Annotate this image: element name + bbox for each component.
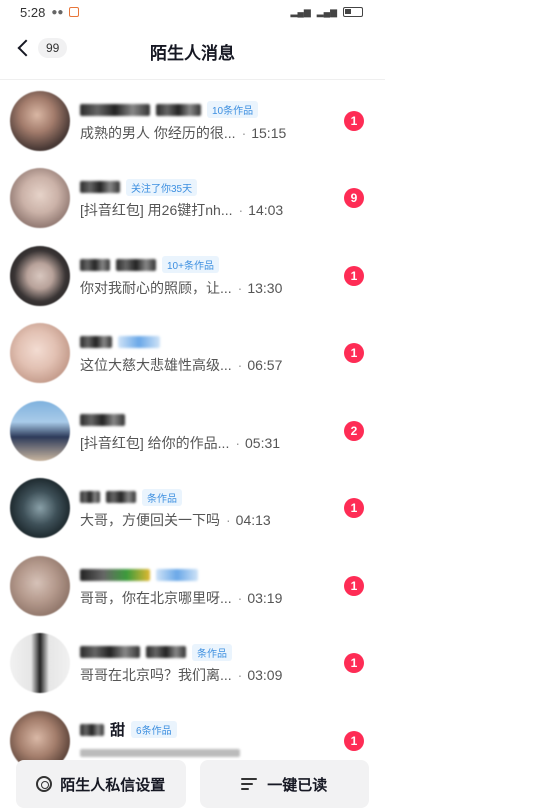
avatar xyxy=(10,168,70,229)
status-time: 5:28 xyxy=(20,4,46,20)
message-preview: 你对我耐心的照顾，让... xyxy=(80,279,232,296)
list-check-icon xyxy=(241,777,259,791)
unread-badge: 1 xyxy=(344,265,364,286)
battery-icon xyxy=(343,7,363,17)
avatar xyxy=(10,323,70,384)
blurred-username xyxy=(80,413,125,426)
phone-screen: 5:28 ●● ▂▄▆ ▂▄▆ 99 陌生人消息 10条作品 成熟的男人 你经历… xyxy=(0,0,385,812)
message-preview: 成熟的男人 你经历的很... xyxy=(80,124,236,141)
gear-icon xyxy=(36,776,53,792)
conversation-row[interactable]: 条作品 大哥，方便回关一下吗 · 04:13 1 xyxy=(0,470,385,548)
separator-dot: · xyxy=(237,667,243,684)
stranger-dm-settings-button[interactable]: 陌生人私信设置 xyxy=(16,760,186,808)
separator-dot: · xyxy=(237,279,243,296)
signal-icon-2: ▂▄▆ xyxy=(316,6,337,17)
conversation-row[interactable]: [抖音红包] 给你的作品... · 05:31 2 xyxy=(0,392,385,470)
works-tag: 条作品 xyxy=(142,488,182,506)
separator-dot: · xyxy=(235,434,241,451)
unread-badge: 1 xyxy=(344,575,364,596)
message-preview: 哥哥在北京吗？我们离... xyxy=(80,667,232,684)
blurred-username xyxy=(80,491,100,504)
chevron-left-icon xyxy=(17,39,35,57)
message-preview-cutoff xyxy=(80,748,240,757)
unread-badge: 1 xyxy=(344,110,364,131)
separator-dot: · xyxy=(237,357,243,374)
works-tag: 10条作品 xyxy=(207,101,259,119)
conversation-row[interactable]: 哥哥，你在北京哪里呀... · 03:19 1 xyxy=(0,547,385,625)
conversation-row[interactable]: 关注了你35天 [抖音红包] 用26键打nh... · 14:03 9 xyxy=(0,160,385,238)
nav-header: 99 陌生人消息 xyxy=(0,24,385,80)
message-time: 15:15 xyxy=(251,124,287,141)
notification-icon: ●● xyxy=(51,6,64,18)
blurred-username xyxy=(80,646,140,659)
username-partial: 甜 xyxy=(110,722,126,740)
app-icon xyxy=(69,7,80,17)
blurred-username xyxy=(80,723,104,736)
blurred-username-2 xyxy=(156,103,201,116)
follow-tag: 关注了你35天 xyxy=(126,178,198,196)
signal-icon: ▂▄▆ xyxy=(290,6,311,17)
works-tag: 条作品 xyxy=(192,643,232,661)
unread-count-pill: 99 xyxy=(38,38,68,58)
message-preview: 这位大慈大悲雄性高级... xyxy=(80,357,232,374)
separator-dot: · xyxy=(241,124,247,141)
works-tag: 10+条作品 xyxy=(162,256,219,274)
blurred-username xyxy=(80,103,150,116)
avatar xyxy=(10,400,70,461)
separator-dot: · xyxy=(237,589,243,606)
message-time: 04:13 xyxy=(235,512,271,529)
message-time: 06:57 xyxy=(247,357,283,374)
separator-dot: · xyxy=(226,512,231,529)
message-preview: [抖音红包] 用26键打nh... xyxy=(80,202,233,219)
blurred-username-2 xyxy=(156,568,198,581)
conversation-row[interactable]: 10条作品 成熟的男人 你经历的很... · 15:15 1 xyxy=(0,82,385,160)
blurred-username-2 xyxy=(116,258,156,271)
settings-label: 陌生人私信设置 xyxy=(60,776,166,794)
avatar xyxy=(10,478,70,539)
back-button[interactable]: 99 xyxy=(16,38,68,58)
message-preview: 哥哥，你在北京哪里呀... xyxy=(80,589,232,606)
blurred-username xyxy=(80,568,150,581)
blurred-username-2 xyxy=(146,646,186,659)
conversation-row[interactable]: 这位大慈大悲雄性高级... · 06:57 1 xyxy=(0,315,385,393)
blurred-username-2 xyxy=(118,336,160,349)
avatar xyxy=(10,245,70,306)
message-preview: [抖音红包] 给你的作品... xyxy=(80,434,230,451)
avatar xyxy=(10,555,70,616)
message-preview: 大哥，方便回关一下吗 xyxy=(80,512,220,529)
unread-badge: 1 xyxy=(344,730,364,751)
message-time: 03:09 xyxy=(247,667,283,684)
blurred-username xyxy=(80,336,112,349)
works-tag: 6条作品 xyxy=(131,721,177,739)
status-bar: 5:28 ●● ▂▄▆ ▂▄▆ xyxy=(0,0,385,24)
conversation-row[interactable]: 10+条作品 你对我耐心的照顾，让... · 13:30 1 xyxy=(0,237,385,315)
unread-badge: 2 xyxy=(344,420,364,441)
separator-dot: · xyxy=(238,202,244,219)
message-time: 03:19 xyxy=(247,589,283,606)
bottom-action-bar: 陌生人私信设置 一键已读 xyxy=(0,760,385,812)
read-all-label: 一键已读 xyxy=(267,776,328,794)
blurred-username-2 xyxy=(106,491,136,504)
blurred-username xyxy=(80,258,110,271)
conversation-list: 10条作品 成熟的男人 你经历的很... · 15:15 1 关注了你35天 [… xyxy=(0,82,385,780)
message-time: 13:30 xyxy=(247,279,283,296)
avatar xyxy=(10,633,70,694)
message-time: 05:31 xyxy=(245,434,281,451)
mark-all-read-button[interactable]: 一键已读 xyxy=(199,760,369,808)
message-time: 14:03 xyxy=(248,202,284,219)
conversation-row[interactable]: 条作品 哥哥在北京吗？我们离... · 03:09 1 xyxy=(0,625,385,703)
avatar xyxy=(10,90,70,151)
blurred-username xyxy=(80,181,120,194)
